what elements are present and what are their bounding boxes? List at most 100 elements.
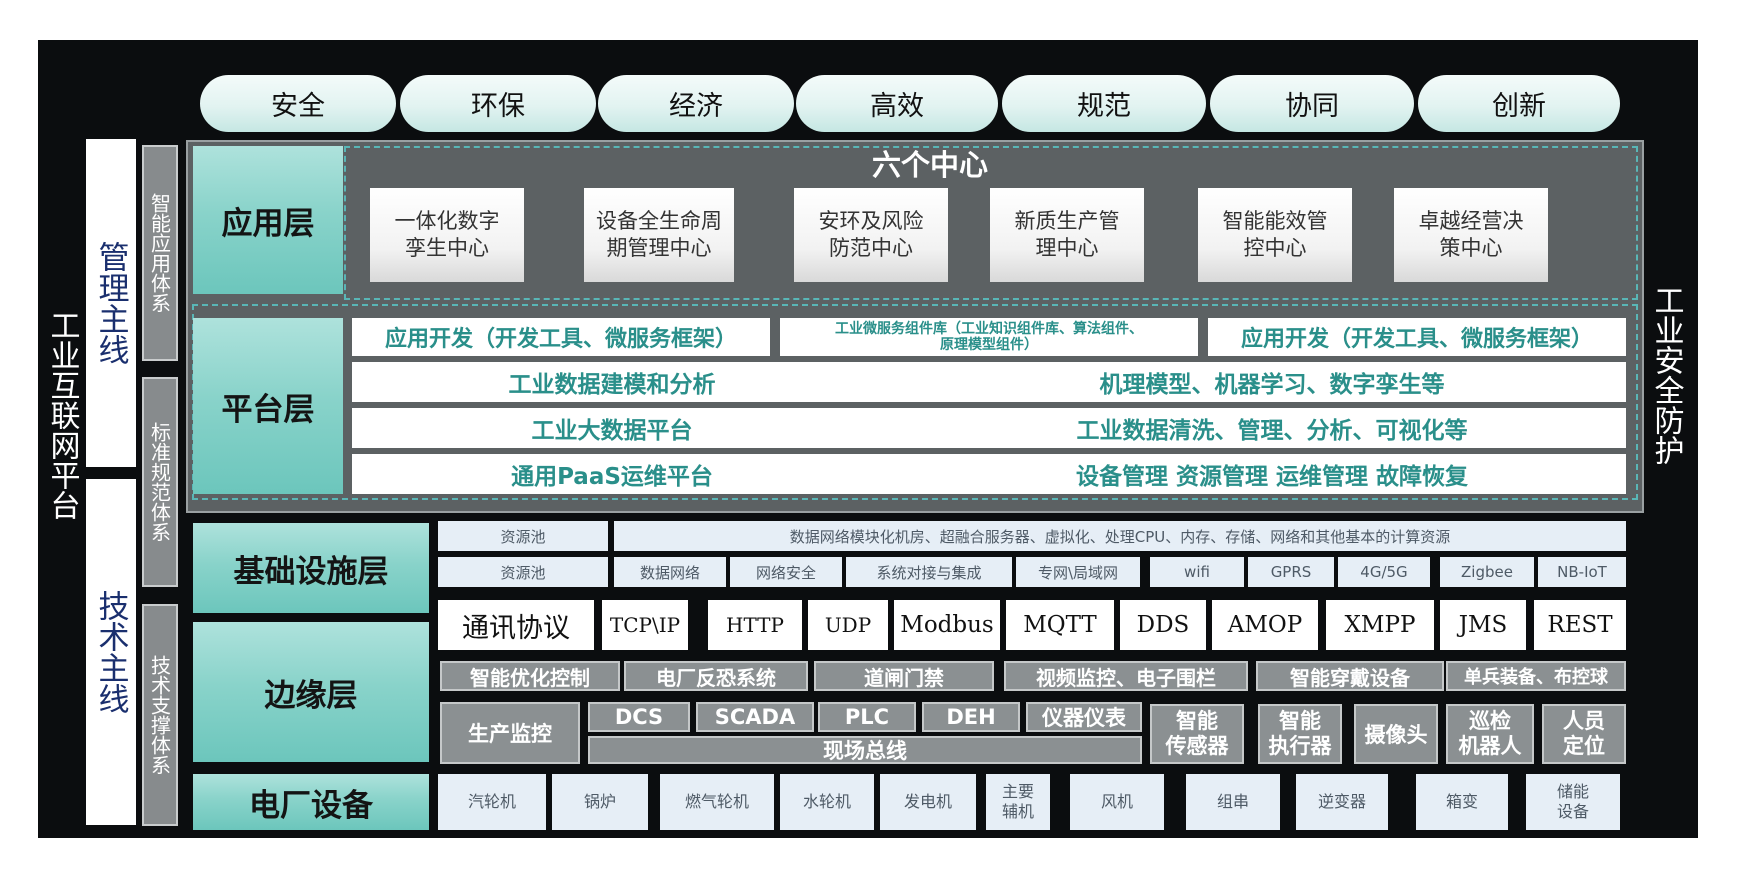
infra-cell: Zigbee: [1440, 557, 1534, 587]
side-system-strip: 智能应用体系: [142, 145, 178, 361]
edge-system-box: 智能穿戴设备: [1256, 661, 1444, 691]
equipment-line: 辅机: [1001, 802, 1034, 821]
center-line: 防范中心: [829, 236, 913, 260]
platform-microservice-box: 工业微服务组件库（工业知识组件库、算法组件、 原理模型组件）: [780, 318, 1198, 356]
value-pill: 安全: [200, 75, 396, 132]
protocol-box: XMPP: [1326, 600, 1434, 650]
infra-cell: 数据网络模块化机房、超融合服务器、虚拟化、处理CPU、内存、存储、网络和其他基本…: [614, 521, 1626, 551]
protocol-box: Modbus: [894, 600, 1000, 650]
platform-row-right: 机理模型、机器学习、数字孪生等: [1099, 372, 1445, 398]
edge-system-box: 智能优化控制: [440, 661, 620, 691]
protocol-box: UDP: [808, 600, 888, 650]
protocol-box: MQTT: [1006, 600, 1114, 650]
side-system-strip: 技术支撑体系: [142, 604, 178, 826]
device-line: 执行器: [1268, 734, 1332, 758]
protocol-box: REST: [1534, 600, 1626, 650]
device-line: 机器人: [1458, 734, 1522, 758]
center-line: 期管理中心: [606, 236, 712, 260]
device-line: 巡检: [1469, 709, 1511, 733]
center-line: 新质生产管: [1014, 209, 1120, 233]
edge-system-box: 视频监控、电子围栏: [1004, 661, 1248, 691]
protocol-box: TCP\IP: [602, 600, 688, 650]
infra-cell: 系统对接与集成: [846, 557, 1012, 587]
center-line: 一体化数字: [394, 209, 500, 233]
platform-row-right: 工业数据清洗、管理、分析、可视化等: [1076, 418, 1468, 444]
management-line: 管理主线: [86, 139, 136, 467]
center-box: 卓越经营决 策中心: [1394, 188, 1548, 282]
equipment-line: 储能: [1556, 782, 1589, 801]
platform-layer-label: 平台层: [193, 318, 343, 494]
equipment-layer-label: 电厂设备: [193, 774, 429, 830]
protocol-label: 通讯协议: [438, 600, 594, 650]
infra-cell: wifi: [1150, 557, 1244, 587]
equipment-box: 逆变器: [1296, 774, 1388, 830]
microservice-line: 工业微服务组件库（工业知识组件库、算法组件、: [835, 321, 1143, 337]
equipment-box: 风机: [1070, 774, 1164, 830]
left-title: 工业互联网平台: [44, 310, 80, 520]
device-line: 人员: [1563, 709, 1605, 733]
infra-cell: 网络安全: [730, 557, 842, 587]
value-pill: 协同: [1210, 75, 1414, 132]
infra-cell: GPRS: [1248, 557, 1334, 587]
center-box: 新质生产管 理中心: [990, 188, 1144, 282]
equipment-box: 水轮机: [780, 774, 874, 830]
equipment-box: 组串: [1186, 774, 1280, 830]
center-line: 设备全生命周: [596, 209, 722, 233]
infra-cell: 专网\局域网: [1016, 557, 1140, 587]
center-line: 卓越经营决: [1418, 209, 1524, 233]
infra-cell: 4G/5G: [1338, 557, 1430, 587]
bus-box: SCADA: [696, 702, 814, 732]
platform-row-left: 通用PaaS运维平台: [511, 464, 713, 490]
protocol-box: HTTP: [708, 600, 802, 650]
device-line: 智能: [1279, 709, 1321, 733]
device-line: 摄像头: [1364, 723, 1428, 747]
value-pill: 创新: [1418, 75, 1620, 132]
center-line: 理中心: [1035, 236, 1099, 260]
equipment-line: 主要: [1001, 782, 1034, 801]
center-line: 策中心: [1439, 236, 1503, 260]
equipment-box: 锅炉: [552, 774, 648, 830]
bus-box: DCS: [588, 702, 690, 732]
infra-cell: 资源池: [438, 521, 608, 551]
microservice-line: 原理模型组件）: [940, 337, 1038, 353]
center-box: 智能能效管 控中心: [1198, 188, 1352, 282]
equipment-box: 储能 设备: [1526, 774, 1620, 830]
device-line: 传感器: [1165, 734, 1229, 758]
edge-layer-label: 边缘层: [193, 622, 429, 762]
tech-line: 技术主线: [86, 479, 136, 825]
infra-cell: 资源池: [438, 557, 608, 587]
platform-row-left: 工业大数据平台: [531, 418, 693, 444]
value-pill: 高效: [796, 75, 998, 132]
side-system-strip: 标准规范体系: [142, 377, 178, 587]
edge-system-box: 单兵装备、布控球: [1446, 661, 1626, 691]
value-pill: 规范: [1002, 75, 1206, 132]
edge-system-box: 电厂反恐系统: [624, 661, 808, 691]
edge-device-box: 摄像头: [1354, 704, 1438, 764]
edge-device-box: 智能 传感器: [1150, 704, 1244, 764]
infra-cell: 数据网络: [614, 557, 726, 587]
equipment-box: 汽轮机: [438, 774, 546, 830]
platform-row: 工业大数据平台 工业数据清洗、管理、分析、可视化等: [352, 408, 1626, 448]
field-bus-box: 现场总线: [588, 736, 1142, 764]
six-centers-title: 六个中心: [871, 148, 988, 182]
platform-row-right: 设备管理 资源管理 运维管理 故障恢复: [1075, 464, 1469, 490]
value-pill: 经济: [598, 75, 794, 132]
bus-box: 仪器仪表: [1026, 702, 1142, 732]
equipment-box: 燃气轮机: [660, 774, 774, 830]
edge-device-box: 人员 定位: [1542, 704, 1626, 764]
infra-cell: NB-IoT: [1538, 557, 1626, 587]
value-pill: 环保: [400, 75, 596, 132]
device-line: 智能: [1176, 709, 1218, 733]
center-box: 安环及风险 防范中心: [794, 188, 948, 282]
protocol-box: AMOP: [1212, 600, 1318, 650]
platform-app-dev-right: 应用开发（开发工具、微服务框架）: [1208, 318, 1626, 356]
right-title: 工业安全防护: [1648, 285, 1684, 465]
edge-device-box: 智能 执行器: [1258, 704, 1342, 764]
bus-box: PLC: [818, 702, 916, 732]
center-line: 安环及风险: [818, 209, 924, 233]
platform-app-dev-left: 应用开发（开发工具、微服务框架）: [352, 318, 770, 356]
bus-box: DEH: [922, 702, 1020, 732]
center-box: 一体化数字 孪生中心: [370, 188, 524, 282]
protocol-box: JMS: [1440, 600, 1526, 650]
center-line: 控中心: [1243, 236, 1307, 260]
